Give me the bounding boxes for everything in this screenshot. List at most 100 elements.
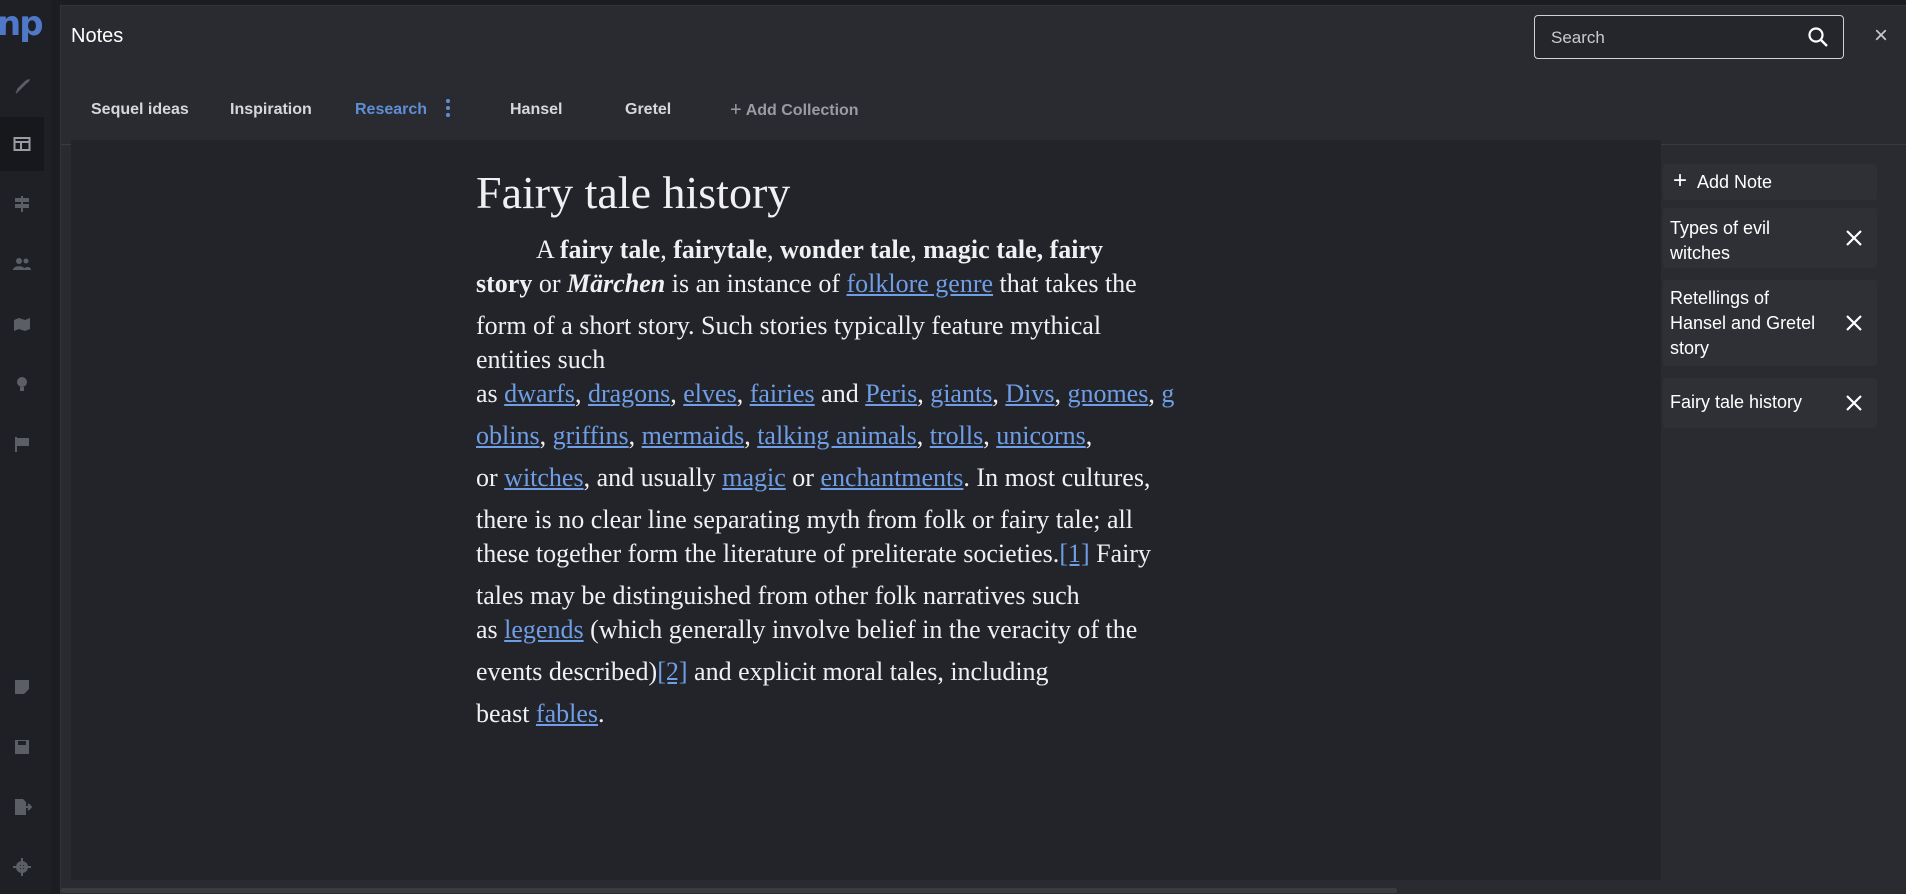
plus-icon: + — [1673, 167, 1688, 194]
app-logo[interactable]: np — [0, 4, 51, 44]
tab-gretel[interactable]: Gretel — [625, 78, 671, 144]
text-run: there is no clear line separating myth f… — [476, 505, 1133, 534]
text-run: these together form the literature of pr… — [476, 539, 1060, 568]
note-card[interactable]: Retellings of Hansel and Gretel story — [1663, 280, 1877, 366]
wiki-link[interactable]: gnomes — [1067, 379, 1148, 408]
text-run: A — [536, 235, 560, 264]
wiki-link[interactable]: legends — [504, 615, 583, 644]
export-button[interactable] — [0, 780, 44, 834]
add-note-button[interactable]: + Add Note — [1663, 164, 1877, 200]
tab-research[interactable]: Research — [335, 78, 480, 146]
save-button[interactable] — [0, 720, 44, 774]
text-run: is an instance of — [665, 269, 847, 298]
wiki-link[interactable]: talking animals — [757, 421, 917, 450]
close-modal-button[interactable]: × — [1869, 24, 1893, 48]
wiki-link[interactable]: fables — [536, 699, 598, 728]
world-nav-button[interactable] — [0, 297, 44, 351]
close-icon[interactable] — [1845, 229, 1863, 247]
wiki-link[interactable]: witches — [504, 463, 583, 492]
reference-link[interactable]: [2] — [657, 657, 687, 686]
tab-sequel-ideas[interactable]: Sequel ideas — [91, 78, 189, 144]
tab-hansel[interactable]: Hansel — [510, 78, 562, 144]
document-line: A fairy tale, fairytale, wonder tale, ma… — [536, 234, 1103, 266]
search-input[interactable] — [1549, 16, 1793, 60]
document-line: tales may be distinguished from other fo… — [476, 580, 1080, 612]
wiki-link[interactable]: g — [1161, 379, 1174, 408]
text-run: Fairy — [1089, 539, 1152, 568]
text-run: , — [992, 379, 1006, 408]
text-run: tales may be distinguished from other fo… — [476, 581, 1080, 610]
wiki-link[interactable]: unicorns — [996, 421, 1086, 450]
wiki-link[interactable]: Peris — [865, 379, 917, 408]
kebab-menu-icon[interactable] — [445, 98, 450, 117]
modal-title: Notes — [71, 25, 124, 47]
wiki-link[interactable]: magic — [722, 463, 786, 492]
wiki-link[interactable]: griffins — [553, 421, 629, 450]
collection-tabs: Sequel ideas Inspiration Research Hansel… — [61, 78, 1906, 146]
text-run: , — [767, 235, 781, 264]
characters-nav-button[interactable] — [0, 237, 44, 291]
text-run: , — [736, 379, 750, 408]
document-line: beast fables. — [476, 698, 605, 730]
wiki-link[interactable]: giants — [930, 379, 992, 408]
layout-icon — [13, 137, 31, 151]
horizontal-scrollbar[interactable] — [61, 888, 1397, 893]
close-icon[interactable] — [1845, 314, 1863, 332]
wiki-link[interactable]: oblins — [476, 421, 540, 450]
notes-modal: Notes × Sequel ideas Inspiration Researc… — [61, 6, 1906, 894]
text-run: Märchen — [567, 269, 666, 298]
wiki-link[interactable]: fairies — [750, 379, 815, 408]
text-run: , — [628, 421, 642, 450]
text-run: and explicit moral tales, including — [687, 657, 1049, 686]
note-title: Types of evil witches — [1670, 218, 1771, 263]
text-run: fairy tale — [559, 235, 661, 264]
notes-nav-button[interactable] — [0, 117, 44, 171]
document-line: entities such — [476, 344, 605, 376]
note-editor[interactable]: Fairy tale history A fairy tale, fairyta… — [71, 140, 1661, 880]
search-box[interactable] — [1534, 15, 1844, 60]
note-card[interactable]: Fairy tale history — [1663, 378, 1877, 428]
wiki-link[interactable]: dragons — [588, 379, 670, 408]
document-line: story or Märchen is an instance of folkl… — [476, 268, 1137, 300]
text-run: form of a short story. Such stories typi… — [476, 311, 1102, 340]
save-icon — [15, 740, 29, 754]
document-line: or witches, and usually magic or enchant… — [476, 462, 1150, 494]
goals-nav-button[interactable] — [0, 417, 44, 471]
document-title[interactable]: Fairy tale history — [476, 166, 790, 220]
add-collection-button[interactable]: + Add Collection — [730, 78, 859, 144]
wiki-link[interactable]: Divs — [1005, 379, 1054, 408]
app-sidebar: np — [0, 0, 51, 894]
text-run: , — [574, 379, 588, 408]
tab-inspiration[interactable]: Inspiration — [230, 78, 312, 144]
map-icon — [14, 318, 30, 331]
write-nav-button[interactable] — [0, 60, 44, 114]
text-run: , — [983, 421, 997, 450]
wiki-link[interactable]: elves — [683, 379, 736, 408]
plot-nav-button[interactable] — [0, 177, 44, 231]
text-run: , and usually — [583, 463, 723, 492]
text-run: , — [1085, 421, 1093, 450]
text-run: or — [476, 463, 505, 492]
text-run: (which generally involve belief in the v… — [583, 615, 1138, 644]
add-collection-label: Add Collection — [745, 102, 859, 119]
text-run: entities such — [476, 345, 606, 374]
wiki-link[interactable]: mermaids — [642, 421, 745, 450]
reference-link[interactable]: [1] — [1059, 539, 1089, 568]
search-icon[interactable] — [1807, 26, 1829, 48]
text-run: as — [476, 615, 505, 644]
notes-quick-button[interactable] — [0, 660, 44, 714]
wiki-link[interactable]: trolls — [930, 421, 983, 450]
text-run: magic tale, fairy — [923, 235, 1104, 264]
settings-button[interactable] — [0, 840, 44, 894]
note-card[interactable]: Types of evil witches — [1663, 208, 1877, 268]
wiki-link[interactable]: dwarfs — [504, 379, 575, 408]
text-run: , — [1148, 379, 1162, 408]
text-run: , — [916, 421, 930, 450]
close-icon[interactable] — [1845, 394, 1863, 412]
text-run: , — [670, 379, 684, 408]
ideas-nav-button[interactable] — [0, 357, 44, 411]
text-run: and — [814, 379, 866, 408]
wiki-link[interactable]: enchantments — [820, 463, 963, 492]
wiki-link[interactable]: folklore genre — [846, 269, 993, 298]
text-run: , — [744, 421, 758, 450]
